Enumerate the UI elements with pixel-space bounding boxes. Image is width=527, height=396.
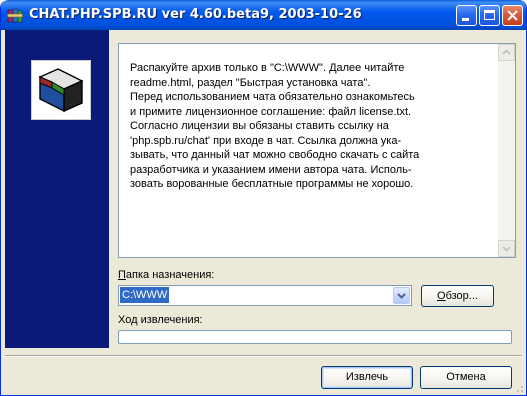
minimize-button[interactable] xyxy=(456,5,477,26)
vertical-scrollbar[interactable] xyxy=(498,44,515,257)
extraction-progress-label: Ход извлечения: xyxy=(118,314,203,326)
maximize-button[interactable] xyxy=(479,5,500,26)
divider xyxy=(5,355,522,357)
destination-path-value[interactable]: C:\WWW xyxy=(120,287,170,303)
destination-folder-label: Папка назначения: xyxy=(118,269,215,281)
close-icon xyxy=(507,10,518,21)
sfx-dialog-window: CHAT.PHP.SPB.RU ver 4.60.beta9, 2003-10-… xyxy=(0,0,527,396)
chevron-down-icon xyxy=(502,246,511,252)
cancel-button[interactable]: Отмена xyxy=(420,366,512,389)
maximize-icon xyxy=(484,10,495,20)
dropdown-button[interactable] xyxy=(393,287,410,304)
chevron-up-icon xyxy=(502,49,511,55)
winrar-icon xyxy=(7,8,23,23)
minimize-icon xyxy=(462,18,469,21)
chevron-down-icon xyxy=(397,293,406,299)
browse-button[interactable]: Обзор... xyxy=(421,285,494,307)
scroll-down-button[interactable] xyxy=(498,240,515,257)
title-bar[interactable]: CHAT.PHP.SPB.RU ver 4.60.beta9, 2003-10-… xyxy=(1,0,526,30)
scroll-up-button[interactable] xyxy=(498,44,515,61)
close-button[interactable] xyxy=(502,5,523,26)
winrar-books-icon xyxy=(31,60,91,120)
resize-grip-icon[interactable] xyxy=(512,381,524,393)
info-text: Распакуйте архив только в "C:\WWW". Дале… xyxy=(130,62,420,190)
extraction-progress-bar xyxy=(118,330,512,344)
side-banner xyxy=(5,30,109,348)
window-title: CHAT.PHP.SPB.RU ver 4.60.beta9, 2003-10-… xyxy=(29,7,362,22)
destination-path-combobox[interactable]: C:\WWW xyxy=(118,285,412,306)
extract-button[interactable]: Извлечь xyxy=(321,366,413,389)
info-text-box[interactable]: Распакуйте архив только в "C:\WWW". Дале… xyxy=(118,43,516,258)
